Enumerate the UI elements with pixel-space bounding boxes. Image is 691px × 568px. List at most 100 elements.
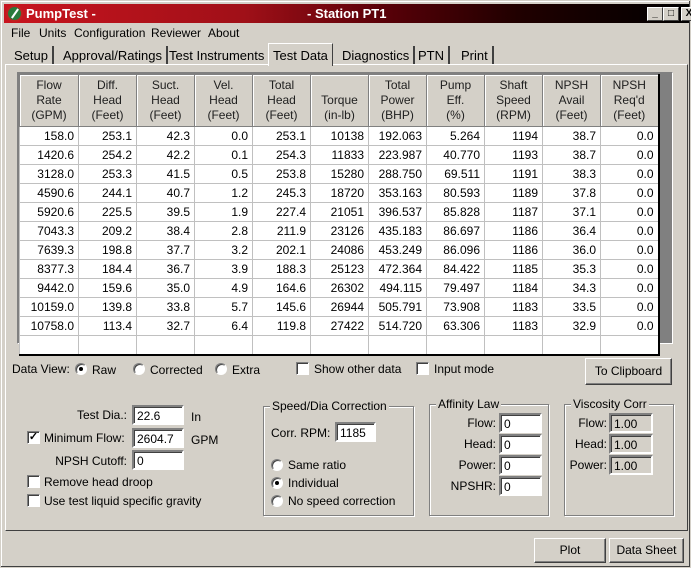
table-row[interactable]: 7043.3 209.2 38.4 2.8 211.9 23126 435.183 86.69…: [19, 221, 659, 241]
table-cell[interactable]: 254.2: [78, 145, 137, 165]
table-cell[interactable]: 1184: [484, 278, 543, 298]
table-cell[interactable]: 396.537: [368, 202, 427, 222]
table-cell[interactable]: 63.306: [426, 316, 485, 336]
table-cell[interactable]: 253.3: [78, 164, 137, 184]
table-row[interactable]: 5920.6 225.5 39.5 1.9 227.4 21051 396.537 85.82…: [19, 202, 659, 222]
affinity-head-input[interactable]: 0: [499, 434, 542, 454]
table-cell[interactable]: 253.1: [252, 126, 311, 146]
column-header[interactable]: Pump Eff. (%): [426, 74, 485, 127]
table-cell[interactable]: 453.249: [368, 240, 427, 260]
tab-test-data[interactable]: Test Data: [268, 43, 333, 66]
affinity-power-input[interactable]: 0: [499, 455, 542, 475]
no-speed-correction-label[interactable]: No speed correction: [288, 494, 395, 508]
table-cell[interactable]: 184.4: [78, 259, 137, 279]
table-cell[interactable]: 0.0: [600, 145, 659, 165]
table-cell[interactable]: 4590.6: [19, 183, 79, 203]
table-cell[interactable]: 1191: [484, 164, 543, 184]
table-cell[interactable]: 36.4: [542, 221, 601, 241]
show-other-data-label[interactable]: Show other data: [314, 362, 401, 376]
table-cell[interactable]: 494.115: [368, 278, 427, 298]
no-speed-correction-radio[interactable]: [271, 495, 283, 507]
table-cell[interactable]: 7043.3: [19, 221, 79, 241]
menu-about[interactable]: About: [208, 26, 239, 40]
table-cell[interactable]: 505.791: [368, 297, 427, 317]
table-cell[interactable]: [78, 335, 137, 355]
column-header[interactable]: Shaft Speed (RPM): [484, 74, 543, 127]
extra-radio[interactable]: [215, 363, 227, 375]
table-cell[interactable]: 0.0: [600, 183, 659, 203]
table-cell[interactable]: 6.4: [194, 316, 253, 336]
table-cell[interactable]: 1186: [484, 221, 543, 241]
menu-file[interactable]: File: [11, 26, 30, 40]
table-cell[interactable]: 1.2: [194, 183, 253, 203]
table-cell[interactable]: 34.3: [542, 278, 601, 298]
table-cell[interactable]: 244.1: [78, 183, 137, 203]
table-cell[interactable]: 33.5: [542, 297, 601, 317]
table-cell[interactable]: [542, 335, 601, 355]
table-cell[interactable]: 245.3: [252, 183, 311, 203]
table-row[interactable]: 10758.0 113.4 32.7 6.4 119.8 27422 514.720 63.3…: [19, 316, 659, 336]
raw-radio[interactable]: [75, 363, 87, 375]
table-row[interactable]: 1420.6 254.2 42.2 0.1 254.3 11833 223.987 40.77…: [19, 145, 659, 165]
table-cell[interactable]: [194, 335, 253, 355]
table-cell[interactable]: 26944: [310, 297, 369, 317]
to-clipboard-button[interactable]: To Clipboard: [585, 358, 672, 385]
table-cell[interactable]: 0.0: [600, 126, 659, 146]
table-cell[interactable]: 225.5: [78, 202, 137, 222]
table-cell[interactable]: 1193: [484, 145, 543, 165]
table-cell[interactable]: 1183: [484, 297, 543, 317]
table-cell[interactable]: 25123: [310, 259, 369, 279]
menu-reviewer[interactable]: Reviewer: [151, 26, 201, 40]
test-data-grid[interactable]: Flow Rate (GPM) Diff. Head (Feet) Suct. Head (Fe…: [17, 72, 673, 356]
table-cell[interactable]: 0.0: [600, 259, 659, 279]
table-cell[interactable]: 1186: [484, 240, 543, 260]
table-cell[interactable]: 0.0: [194, 126, 253, 146]
table-row[interactable]: 10159.0 139.8 33.8 5.7 145.6 26944 505.791 73.9…: [19, 297, 659, 317]
table-cell[interactable]: 38.7: [542, 126, 601, 146]
table-cell[interactable]: 253.8: [252, 164, 311, 184]
table-row[interactable]: 9442.0 159.6 35.0 4.9 164.6 26302 494.115 79.49…: [19, 278, 659, 298]
table-cell[interactable]: 38.3: [542, 164, 601, 184]
table-cell[interactable]: 113.4: [78, 316, 137, 336]
extra-label[interactable]: Extra: [232, 363, 260, 377]
table-cell[interactable]: 24086: [310, 240, 369, 260]
table-cell[interactable]: 18720: [310, 183, 369, 203]
table-cell[interactable]: 164.6: [252, 278, 311, 298]
table-cell[interactable]: 288.750: [368, 164, 427, 184]
menu-configuration[interactable]: Configuration: [74, 26, 145, 40]
table-cell[interactable]: 5920.6: [19, 202, 79, 222]
specific-gravity-checkbox[interactable]: [27, 494, 40, 507]
column-header[interactable]: Suct. Head (Feet): [136, 74, 195, 127]
table-cell[interactable]: 1187: [484, 202, 543, 222]
column-header[interactable]: Total Head (Feet): [252, 74, 311, 127]
table-cell[interactable]: 158.0: [19, 126, 79, 146]
table-cell[interactable]: 139.8: [78, 297, 137, 317]
table-cell[interactable]: 253.1: [78, 126, 137, 146]
table-row[interactable]: 8377.3 184.4 36.7 3.9 188.3 25123 472.364 84.42…: [19, 259, 659, 279]
table-cell[interactable]: 42.2: [136, 145, 195, 165]
table-cell[interactable]: 0.0: [600, 240, 659, 260]
table-cell[interactable]: [600, 335, 659, 355]
table-cell[interactable]: 0.0: [600, 297, 659, 317]
table-cell[interactable]: 3.2: [194, 240, 253, 260]
table-cell[interactable]: 435.183: [368, 221, 427, 241]
table-cell[interactable]: 159.6: [78, 278, 137, 298]
table-cell[interactable]: [426, 335, 485, 355]
column-header[interactable]: NPSH Avail (Feet): [542, 74, 601, 127]
table-cell[interactable]: 10758.0: [19, 316, 79, 336]
remove-head-droop-label[interactable]: Remove head droop: [44, 475, 153, 489]
menu-units[interactable]: Units: [39, 26, 66, 40]
remove-head-droop-checkbox[interactable]: [27, 475, 40, 488]
table-cell[interactable]: 0.5: [194, 164, 253, 184]
table-cell[interactable]: 38.4: [136, 221, 195, 241]
table-row[interactable]: 158.0 253.1 42.3 0.0 253.1 10138 192.063 5.264 1…: [19, 126, 659, 146]
table-cell[interactable]: 7639.3: [19, 240, 79, 260]
specific-gravity-label[interactable]: Use test liquid specific gravity: [44, 494, 201, 508]
table-cell[interactable]: 37.7: [136, 240, 195, 260]
table-cell[interactable]: 84.422: [426, 259, 485, 279]
table-cell[interactable]: 40.7: [136, 183, 195, 203]
individual-label[interactable]: Individual: [288, 476, 339, 490]
column-header[interactable]: Diff. Head (Feet): [78, 74, 137, 127]
table-cell[interactable]: 254.3: [252, 145, 311, 165]
table-cell[interactable]: 37.1: [542, 202, 601, 222]
